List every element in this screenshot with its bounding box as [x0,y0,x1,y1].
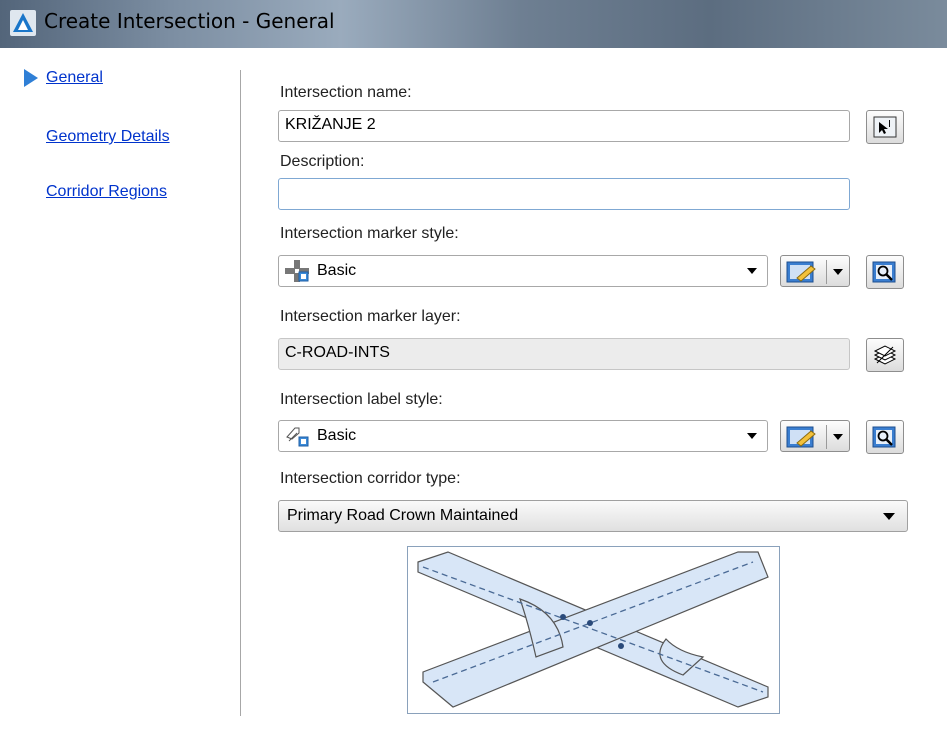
label-style-value: Basic [317,427,357,444]
preview-icon [872,261,896,283]
intersection-marker-icon [285,260,309,282]
chevron-down-icon [833,434,843,440]
intersection-diagram [417,551,769,708]
chevron-down-icon [747,433,757,439]
nav-item-general[interactable]: General [46,69,103,87]
marker-style-preview-button[interactable] [866,255,904,289]
window-title: Create Intersection - General [44,9,335,33]
layers-icon [873,345,897,365]
intersection-name-input[interactable]: KRIŽANJE 2 [278,110,850,142]
chevron-down-icon [747,268,757,274]
marker-layer-button[interactable] [866,338,904,372]
pick-name-button[interactable]: I [866,110,904,144]
corridor-type-value: Primary Road Crown Maintained [287,507,519,524]
nav-item-corridor-regions[interactable]: Corridor Regions [46,183,167,201]
marker-style-value: Basic [317,262,357,279]
marker-style-edit-button[interactable] [780,255,850,287]
description-label: Description: [280,153,365,170]
chevron-down-icon [833,269,843,275]
marker-style-label: Intersection marker style: [280,225,459,242]
marker-layer-label: Intersection marker layer: [280,308,461,325]
chevron-down-icon [883,513,895,520]
autocad-civil-icon [10,10,36,36]
svg-text:I: I [888,119,891,130]
edit-style-icon [786,261,816,283]
corridor-type-label: Intersection corridor type: [280,470,461,487]
intersection-label-icon [286,427,309,447]
marker-layer-input[interactable]: C-ROAD-INTS [278,338,850,370]
corridor-type-select[interactable]: Primary Road Crown Maintained [278,500,908,532]
title-bar: Create Intersection - General [0,0,947,48]
nav-item-geometry-details[interactable]: Geometry Details [46,128,170,146]
pick-from-drawing-icon: I [873,116,897,138]
label-style-edit-button[interactable] [780,420,850,452]
nav-divider [240,70,241,716]
edit-style-icon [786,426,816,448]
label-style-select[interactable]: Basic [278,420,768,452]
intersection-name-label: Intersection name: [280,84,412,101]
label-style-label: Intersection label style: [280,391,443,408]
intersection-preview-image [407,546,780,714]
label-style-preview-button[interactable] [866,420,904,454]
marker-style-select[interactable]: Basic [278,255,768,287]
preview-icon [872,426,896,448]
description-input[interactable] [278,178,850,210]
active-item-marker-icon [24,69,38,87]
